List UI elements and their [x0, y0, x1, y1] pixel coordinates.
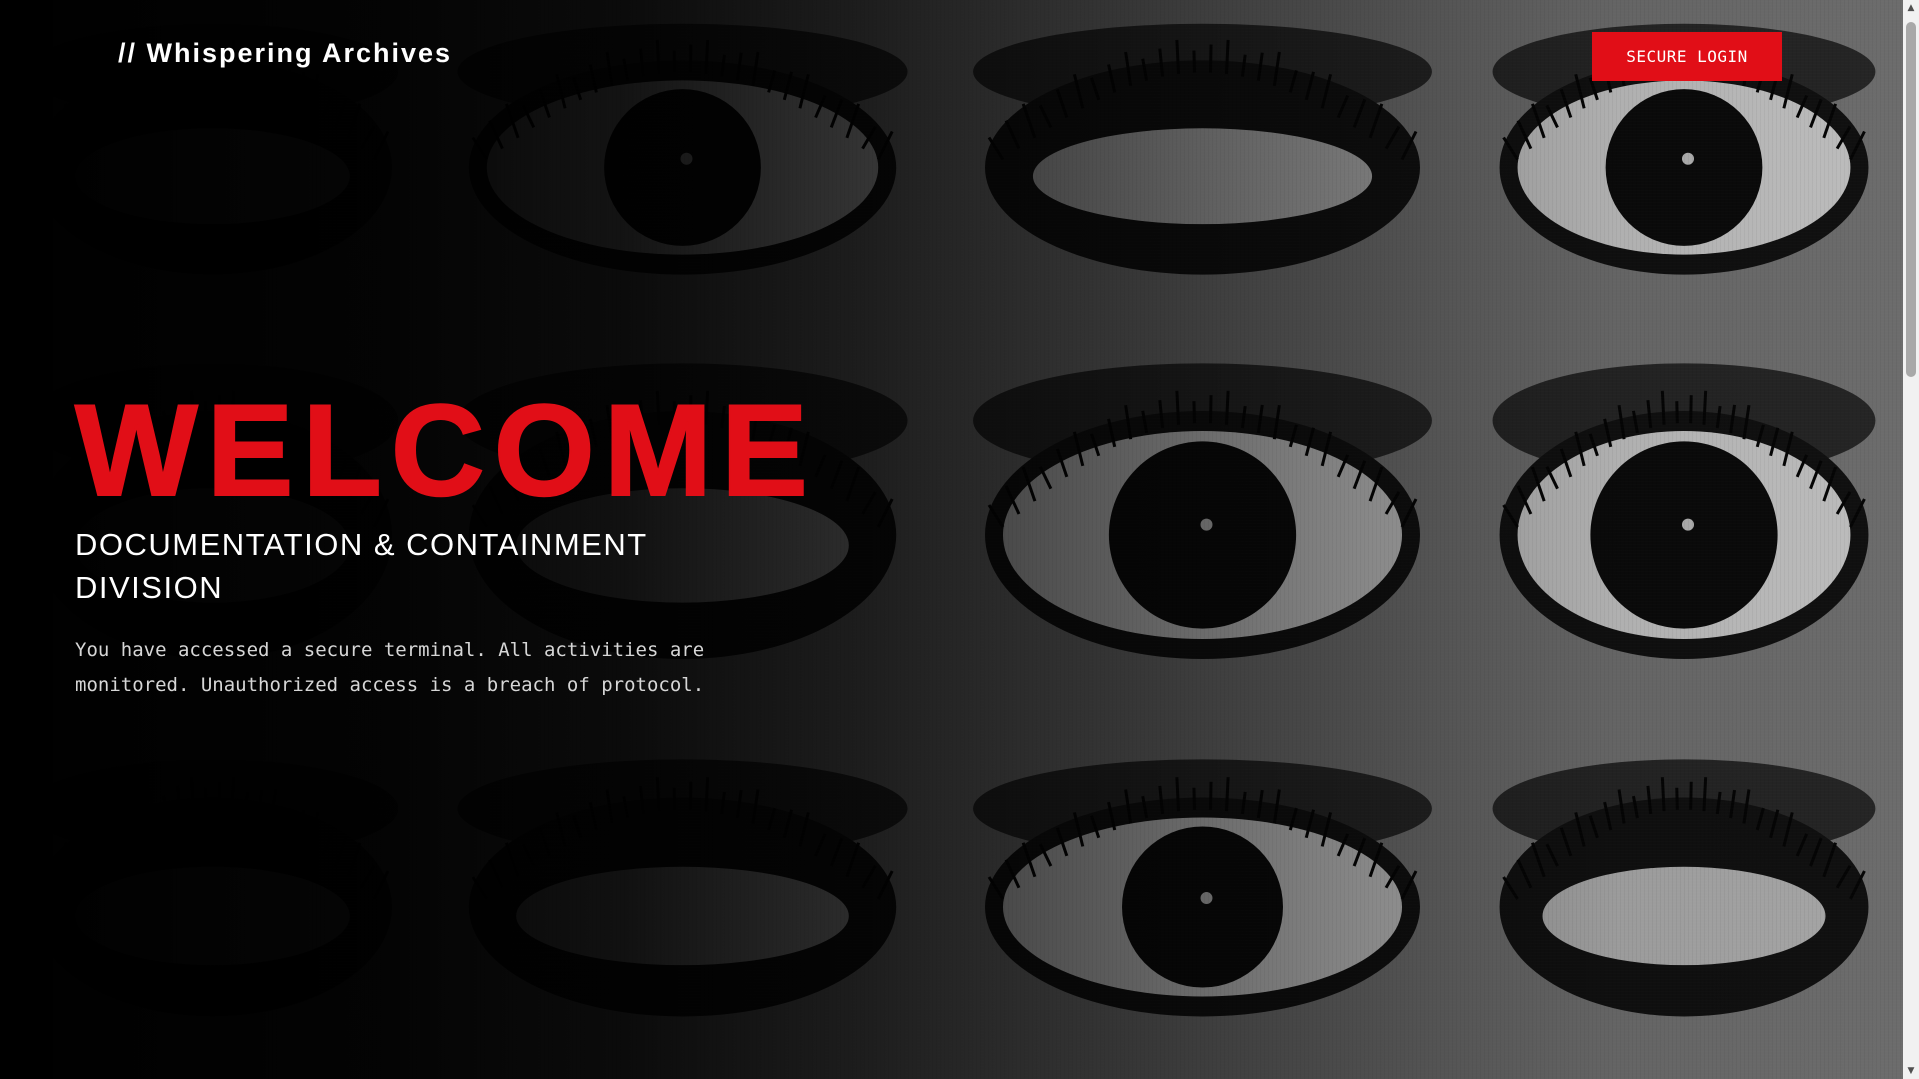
hero-title: WELCOME [74, 377, 817, 523]
hero-subtitle: DOCUMENTATION & CONTAINMENT DIVISION [75, 527, 648, 605]
eye-image-tile [0, 735, 425, 1079]
site-header: // Whispering Archives SECURE LOGIN [0, 0, 1903, 112]
scrollbar-thumb[interactable] [1906, 22, 1916, 377]
eye-image-tile [940, 335, 1465, 735]
chevron-down-icon[interactable]: ▼ [1903, 1063, 1919, 1079]
site-logo[interactable]: // Whispering Archives [118, 38, 452, 69]
secure-login-button[interactable]: SECURE LOGIN [1592, 32, 1782, 81]
eye-image-tile [1465, 335, 1903, 735]
eye-image-tile [425, 735, 940, 1079]
page-scrollbar[interactable]: ▲ ▼ [1903, 0, 1919, 1079]
chevron-up-icon[interactable]: ▲ [1903, 0, 1919, 16]
hero-section: WELCOME DOCUMENTATION & CONTAINMENT DIVI… [74, 377, 975, 703]
eye-image-tile [1465, 735, 1903, 1079]
eye-image-tile [940, 735, 1465, 1079]
hero-description: You have accessed a secure terminal. All… [75, 639, 705, 696]
